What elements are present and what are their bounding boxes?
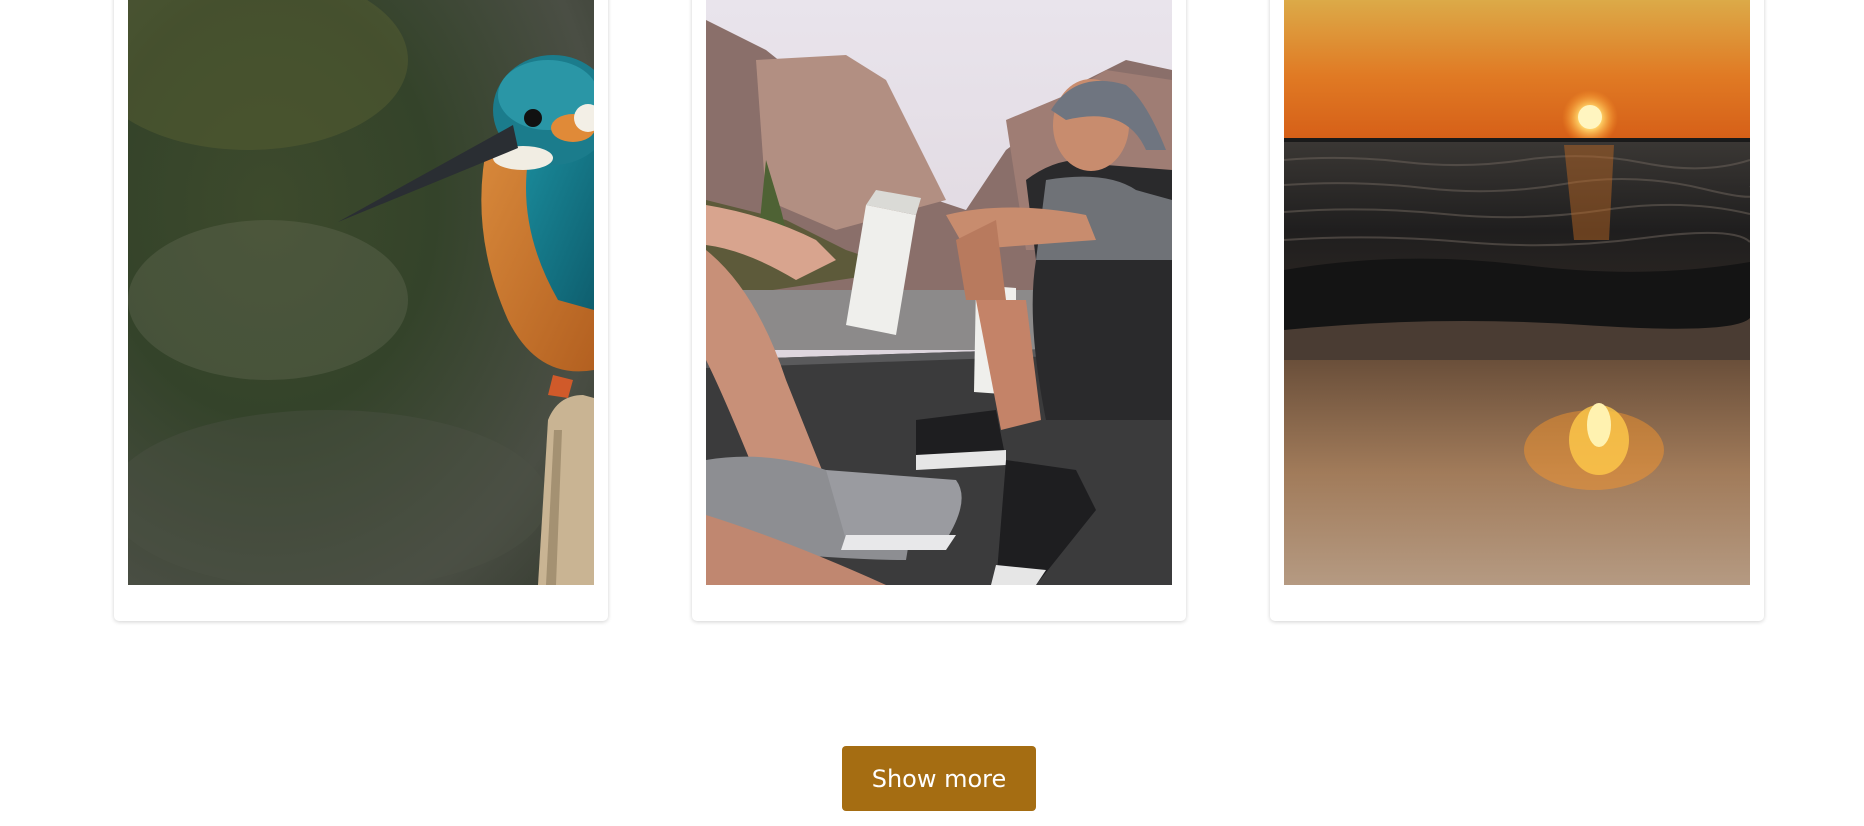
photo-card-friends[interactable] [692, 0, 1186, 621]
kingfisher-photo[interactable] [128, 0, 594, 585]
sunset-photo[interactable] [1284, 0, 1750, 585]
photo-card-kingfisher[interactable] [114, 0, 608, 621]
friends-photo[interactable] [706, 0, 1172, 585]
photo-card-sunset[interactable] [1270, 0, 1764, 621]
show-more-button[interactable]: Show more [842, 746, 1036, 811]
gallery-section: Show more [0, 0, 1864, 826]
